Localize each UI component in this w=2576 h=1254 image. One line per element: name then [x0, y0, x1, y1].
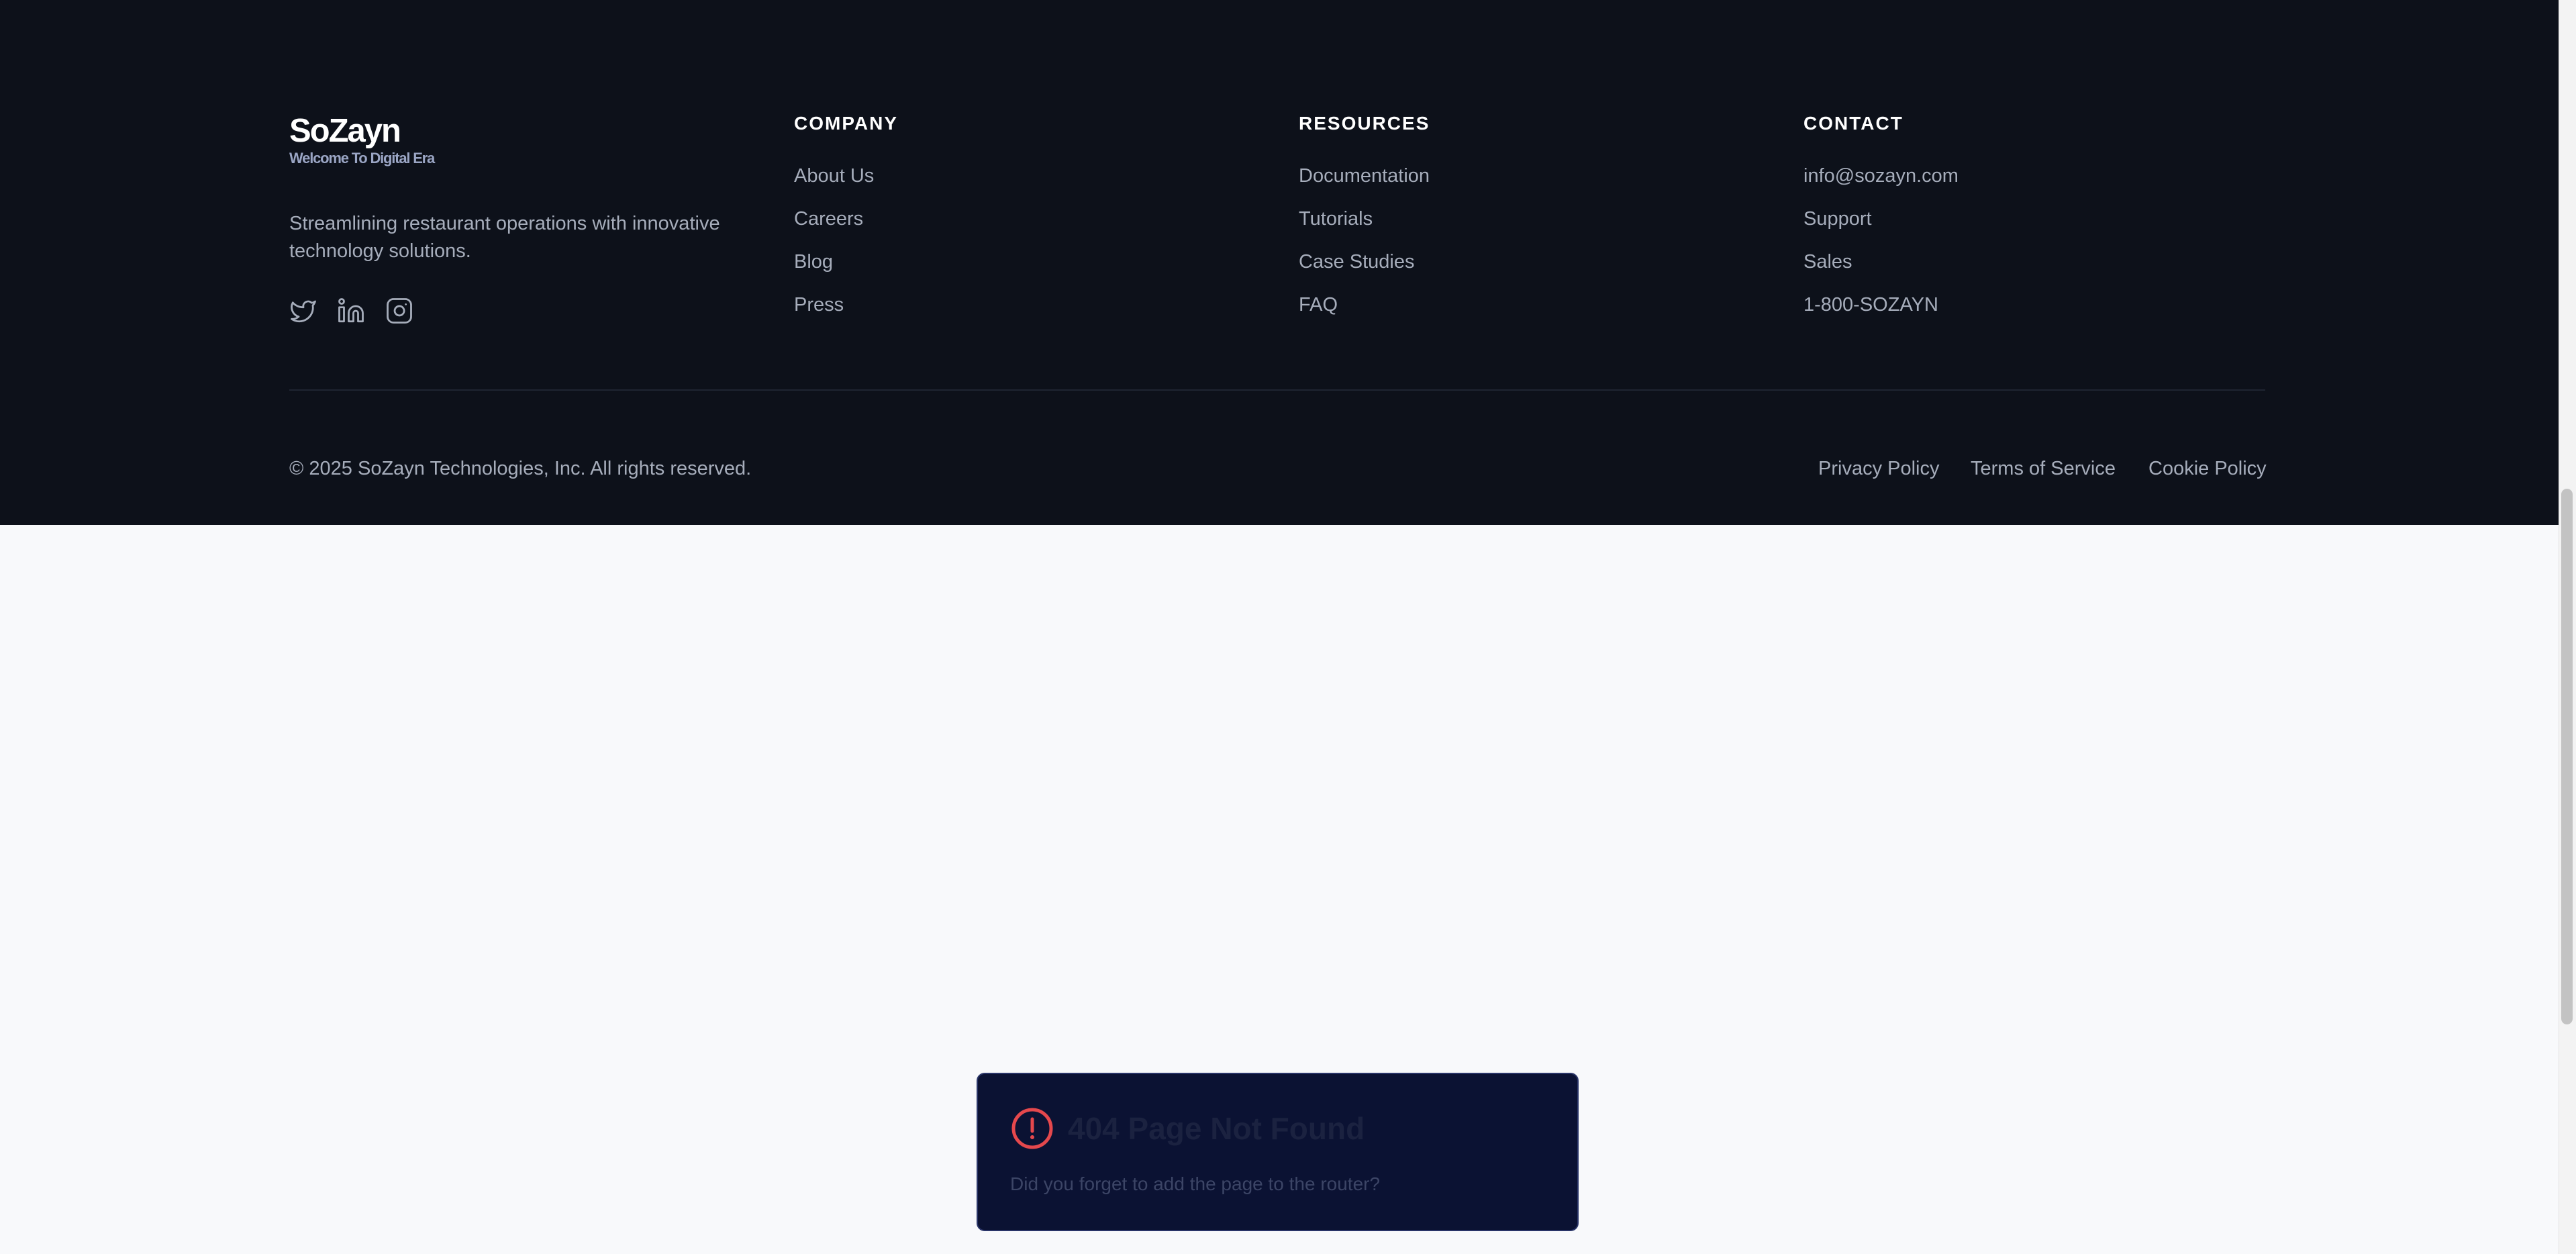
toast-title: 404 Page Not Found [1068, 1111, 1365, 1146]
footer-link-email[interactable]: info@sozayn.com [1803, 164, 1959, 188]
company-heading: COMPANY [794, 113, 899, 134]
privacy-policy-link[interactable]: Privacy Policy [1818, 456, 1940, 481]
brand-logo[interactable]: SoZayn [289, 110, 401, 152]
site-footer: SoZayn Welcome To Digital Era Streamlini… [0, 0, 2559, 525]
brand-description: Streamlining restaurant operations with … [289, 213, 720, 262]
footer-link-documentation[interactable]: Documentation [1299, 164, 1430, 188]
twitter-icon[interactable] [289, 297, 317, 325]
alert-circle-icon [1010, 1106, 1054, 1151]
resources-heading: RESOURCES [1299, 113, 1430, 134]
footer-divider [289, 389, 2265, 391]
footer-link-sales[interactable]: Sales [1803, 250, 1852, 274]
footer-link-tutorials[interactable]: Tutorials [1299, 207, 1373, 231]
footer-link-about-us[interactable]: About Us [794, 164, 874, 188]
scrollbar-thumb[interactable] [2561, 489, 2573, 1024]
linkedin-icon[interactable] [337, 297, 365, 325]
footer-link-press[interactable]: Press [794, 293, 844, 317]
footer-link-case-studies[interactable]: Case Studies [1299, 250, 1415, 274]
footer-link-phone[interactable]: 1-800-SOZAYN [1803, 293, 1938, 317]
brand-tagline: Welcome To Digital Era [289, 150, 435, 166]
cookie-policy-link[interactable]: Cookie Policy [2148, 456, 2267, 481]
not-found-toast: 404 Page Not Found Did you forget to add… [977, 1073, 1579, 1231]
contact-heading: CONTACT [1803, 113, 1903, 134]
copyright-text: © 2025 SoZayn Technologies, Inc. All rig… [289, 458, 752, 479]
footer-link-blog[interactable]: Blog [794, 250, 833, 274]
terms-of-service-link[interactable]: Terms of Service [1971, 456, 2116, 481]
toast-message: Did you forget to add the page to the ro… [1010, 1173, 1381, 1194]
instagram-icon[interactable] [385, 297, 413, 325]
footer-link-faq[interactable]: FAQ [1299, 293, 1338, 317]
footer-link-support[interactable]: Support [1803, 207, 1872, 231]
footer-link-careers[interactable]: Careers [794, 207, 863, 231]
